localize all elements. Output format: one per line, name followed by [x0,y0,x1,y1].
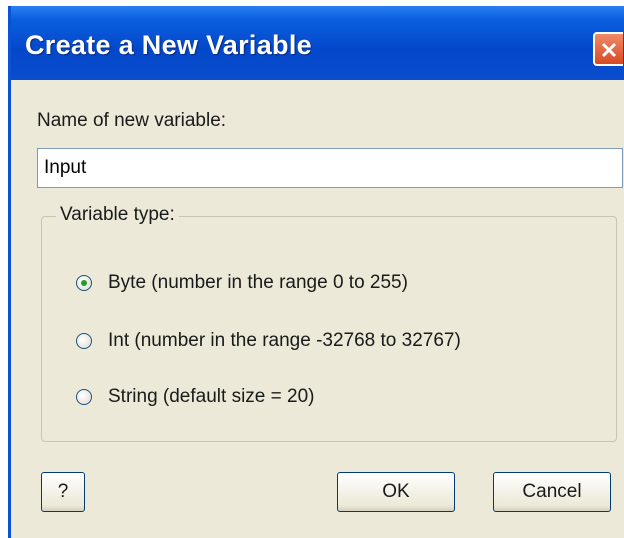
help-button[interactable]: ? [41,472,85,512]
radio-label-byte: Byte (number in the range 0 to 255) [108,272,408,293]
variable-name-label: Name of new variable: [37,110,227,131]
radio-option-byte[interactable]: Byte (number in the range 0 to 255) [76,269,408,297]
window-title: Create a New Variable [25,30,312,60]
radio-label-string: String (default size = 20) [108,386,315,407]
radio-button-byte[interactable] [76,275,92,291]
ok-button[interactable]: OK [337,472,455,512]
variable-type-group: Variable type: Byte (number in the range… [41,204,617,442]
title-bar[interactable]: Create a New Variable [11,6,624,80]
close-icon [601,42,617,58]
radio-option-string[interactable]: String (default size = 20) [76,383,314,411]
radio-button-int[interactable] [76,333,92,349]
radio-option-int[interactable]: Int (number in the range -32768 to 32767… [76,327,461,355]
close-button[interactable] [593,32,623,66]
dialog-window: Create a New Variable Name of new variab… [8,6,624,538]
radio-button-string[interactable] [76,389,92,405]
dialog-body: Name of new variable: Variable type: Byt… [11,80,624,538]
variable-name-input[interactable] [37,148,623,188]
radio-label-int: Int (number in the range -32768 to 32767… [108,330,461,351]
variable-type-legend: Variable type: [56,204,179,226]
cancel-button[interactable]: Cancel [493,472,611,512]
